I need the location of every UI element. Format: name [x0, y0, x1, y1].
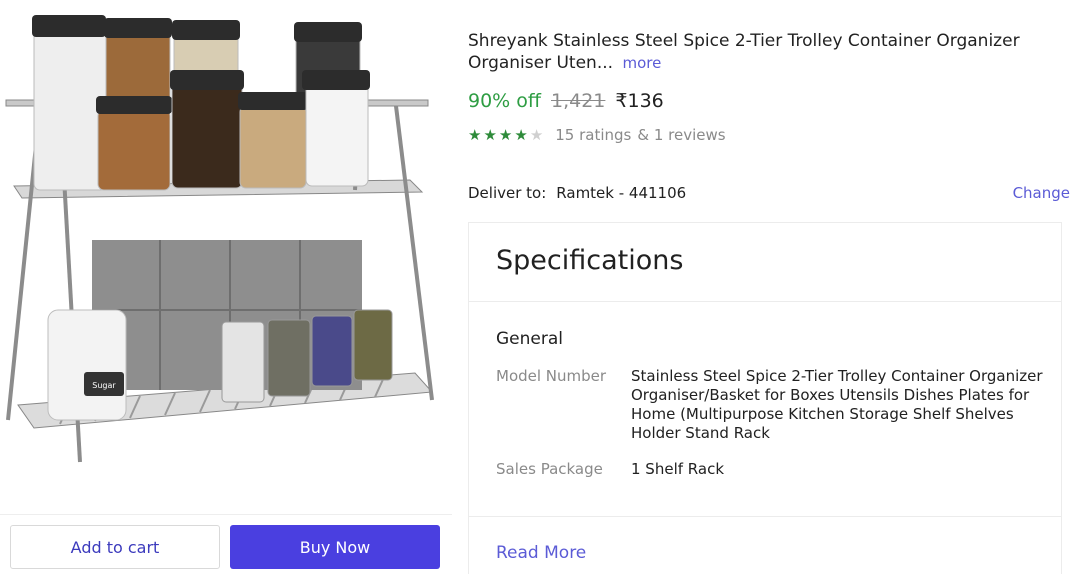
change-location-link[interactable]: Change — [1013, 184, 1070, 202]
delivery-location: Ramtek - 441106 — [556, 184, 687, 202]
price-row: 90% off 1,421 ₹136 — [468, 90, 664, 112]
divider — [469, 516, 1061, 517]
rating-row[interactable]: ★ ★ ★ ★ ★ 15 ratings & 1 reviews — [468, 126, 726, 144]
mrp-price: 1,421 — [551, 90, 606, 112]
more-link[interactable]: more — [622, 54, 661, 72]
ratings-count: 15 ratings — [555, 126, 632, 144]
product-title: Shreyank Stainless Steel Spice 2-Tier Tr… — [468, 30, 1038, 74]
divider — [469, 301, 1061, 302]
product-title-text: Shreyank Stainless Steel Spice 2-Tier Tr… — [468, 31, 1020, 73]
delivery-row: Deliver to: Ramtek - 441106 Change — [468, 184, 1070, 202]
star-icon: ★ — [498, 126, 513, 144]
buy-now-button[interactable]: Buy Now — [230, 525, 440, 569]
rating-stars: ★ ★ ★ ★ ★ — [468, 126, 543, 144]
spec-value: 1 Shelf Rack — [631, 460, 725, 478]
spec-row-sales-package: Sales Package 1 Shelf Rack — [496, 460, 1046, 479]
specifications-heading: Specifications — [496, 245, 684, 276]
star-empty-icon: ★ — [529, 126, 544, 144]
spec-row-model-number: Model Number Stainless Steel Spice 2-Tie… — [496, 367, 1046, 443]
read-more-link[interactable]: Read More — [496, 543, 586, 563]
action-bar: Add to cart Buy Now — [0, 514, 452, 574]
specifications-card: Specifications General Model Number Stai… — [468, 222, 1062, 574]
product-image[interactable]: Sugar — [0, 0, 452, 510]
reviews-count: & 1 reviews — [637, 126, 726, 144]
star-icon: ★ — [468, 126, 482, 144]
spec-key: Model Number — [496, 367, 607, 385]
spec-value: Stainless Steel Spice 2-Tier Trolley Con… — [631, 367, 1043, 442]
deliver-label: Deliver to: — [468, 184, 547, 202]
svg-text:Sugar: Sugar — [92, 381, 116, 390]
discount-label: 90% off — [468, 90, 541, 112]
add-to-cart-button[interactable]: Add to cart — [10, 525, 220, 569]
selling-price: ₹136 — [615, 90, 664, 112]
spec-key: Sales Package — [496, 460, 603, 478]
spec-group-title: General — [496, 329, 563, 349]
spice-rack-illustration: Sugar — [5, 15, 434, 463]
star-half-icon: ★ — [514, 126, 528, 144]
star-icon: ★ — [483, 126, 497, 144]
